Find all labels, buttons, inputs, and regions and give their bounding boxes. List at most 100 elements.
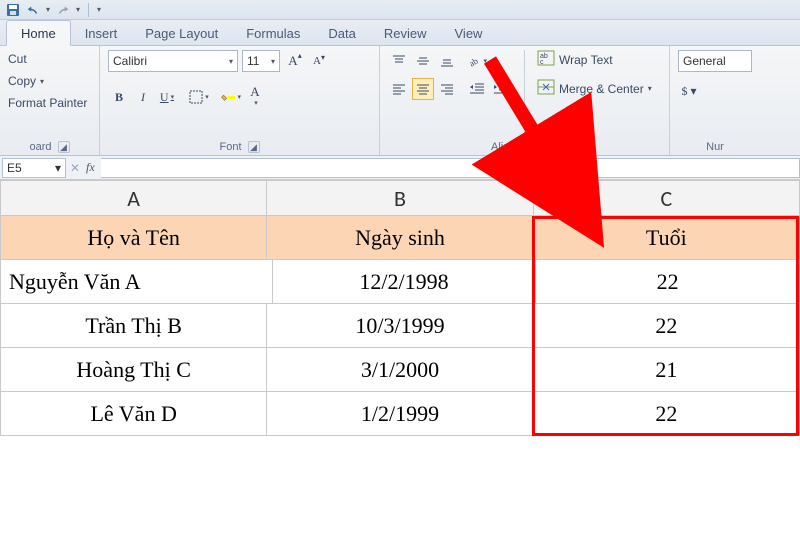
column-header-a[interactable]: A bbox=[0, 180, 267, 216]
align-right-icon[interactable] bbox=[436, 78, 458, 100]
cell-a3[interactable]: Trần Thị B bbox=[0, 304, 267, 348]
currency-symbol: $ bbox=[681, 84, 687, 99]
font-size-value: 11 bbox=[247, 54, 259, 68]
decrease-indent-icon[interactable] bbox=[466, 78, 488, 100]
italic-button[interactable]: I bbox=[132, 86, 154, 108]
group-font: Calibri ▾ 11 ▾ A▴ A▾ B I U bbox=[100, 46, 380, 155]
orientation-button[interactable]: ab bbox=[466, 50, 488, 72]
format-painter-label: Format Painter bbox=[8, 96, 87, 110]
group-number: General $ ▾ Nur bbox=[670, 46, 760, 155]
cell-c1[interactable]: Tuổi bbox=[534, 216, 800, 260]
table-row: Lê Văn D 1/2/1999 22 bbox=[0, 392, 800, 436]
font-name-combo[interactable]: Calibri ▾ bbox=[108, 50, 238, 72]
undo-icon[interactable] bbox=[26, 3, 40, 17]
merge-center-label: Merge & Center bbox=[559, 82, 644, 96]
group-label-number-text: Nur bbox=[706, 141, 724, 153]
increase-font-size-icon[interactable]: A▴ bbox=[284, 50, 306, 72]
tab-insert[interactable]: Insert bbox=[71, 21, 132, 45]
cell-c5[interactable]: 22 bbox=[534, 392, 800, 436]
font-color-button[interactable]: A bbox=[244, 86, 266, 108]
fill-color-button[interactable] bbox=[220, 86, 242, 108]
font-dialog-launcher-icon[interactable]: ◢ bbox=[248, 141, 260, 153]
group-label-clipboard: oard ◢ bbox=[8, 139, 91, 153]
cell-b5[interactable]: 1/2/1999 bbox=[267, 392, 533, 436]
group-label-alignment-text: Alignment bbox=[491, 141, 540, 153]
align-center-icon[interactable] bbox=[412, 78, 434, 100]
customize-qat-chevron-icon[interactable]: ▾ bbox=[97, 5, 101, 14]
column-header-c[interactable]: C bbox=[534, 180, 800, 216]
decrease-font-size-icon[interactable]: A▾ bbox=[308, 50, 330, 72]
cell-c4[interactable]: 21 bbox=[534, 348, 800, 392]
cut-button[interactable]: Cut bbox=[8, 50, 27, 68]
worksheet: A B C Họ và Tên Ngày sinh Tuổi Nguyễn Vă… bbox=[0, 180, 800, 436]
tab-view[interactable]: View bbox=[441, 21, 497, 45]
tab-page-layout[interactable]: Page Layout bbox=[131, 21, 232, 45]
font-name-chevron-icon: ▾ bbox=[229, 57, 233, 66]
wrap-text-label: Wrap Text bbox=[559, 53, 613, 67]
name-box-value: E5 bbox=[7, 161, 22, 175]
tab-review[interactable]: Review bbox=[370, 21, 441, 45]
cell-a2[interactable]: Nguyễn Văn A bbox=[0, 260, 273, 304]
font-size-combo[interactable]: 11 ▾ bbox=[242, 50, 280, 72]
fill-color-swatch bbox=[228, 96, 235, 99]
merge-center-chevron-icon: ▾ bbox=[648, 84, 652, 93]
accounting-format-button[interactable]: $ ▾ bbox=[678, 80, 700, 102]
copy-button[interactable]: Copy ▾ bbox=[8, 72, 44, 90]
copy-label: Copy bbox=[8, 74, 36, 88]
wrap-text-button[interactable]: abc Wrap Text bbox=[537, 50, 652, 69]
cell-a1[interactable]: Họ và Tên bbox=[0, 216, 267, 260]
redo-split-chevron-icon[interactable]: ▾ bbox=[76, 5, 80, 14]
table-row: Nguyễn Văn A 12/2/1998 22 bbox=[0, 260, 800, 304]
quick-access-toolbar: ▾ ▾ ▾ bbox=[0, 0, 800, 20]
merge-center-button[interactable]: Merge & Center ▾ bbox=[537, 79, 652, 98]
group-label-number: Nur bbox=[678, 139, 752, 153]
qat-separator bbox=[88, 3, 89, 17]
tab-home[interactable]: Home bbox=[6, 20, 71, 46]
font-name-value: Calibri bbox=[113, 54, 147, 68]
number-format-combo[interactable]: General bbox=[678, 50, 752, 72]
align-middle-icon[interactable] bbox=[412, 50, 434, 72]
redo-icon[interactable] bbox=[56, 3, 70, 17]
formula-bar: E5 ▾ ✕ fx bbox=[0, 156, 800, 180]
table-row: Hoàng Thị C 3/1/2000 21 bbox=[0, 348, 800, 392]
font-size-chevron-icon: ▾ bbox=[271, 57, 275, 66]
table-row: Trần Thị B 10/3/1999 22 bbox=[0, 304, 800, 348]
cell-b1[interactable]: Ngày sinh bbox=[267, 216, 533, 260]
borders-button[interactable] bbox=[188, 86, 210, 108]
group-clipboard: Cut Copy ▾ Format Painter oard ◢ bbox=[0, 46, 100, 155]
ribbon-tabs: Home Insert Page Layout Formulas Data Re… bbox=[0, 20, 800, 46]
group-label-font-text: Font bbox=[219, 141, 241, 153]
name-box[interactable]: E5 ▾ bbox=[2, 158, 66, 178]
increase-indent-icon[interactable] bbox=[490, 78, 512, 100]
cell-b3[interactable]: 10/3/1999 bbox=[267, 304, 533, 348]
name-box-chevron-icon: ▾ bbox=[55, 161, 61, 175]
group-label-alignment: Alignment ◢ bbox=[388, 139, 661, 153]
cell-a4[interactable]: Hoàng Thị C bbox=[0, 348, 267, 392]
number-format-value: General bbox=[683, 54, 726, 68]
fx-icon[interactable]: fx bbox=[84, 160, 101, 175]
tab-data[interactable]: Data bbox=[314, 21, 369, 45]
alignment-dialog-launcher-icon[interactable]: ◢ bbox=[546, 141, 558, 153]
cell-a5[interactable]: Lê Văn D bbox=[0, 392, 267, 436]
copy-chevron-icon: ▾ bbox=[40, 77, 44, 86]
cell-b2[interactable]: 12/2/1998 bbox=[273, 260, 537, 304]
align-bottom-icon[interactable] bbox=[436, 50, 458, 72]
cell-b4[interactable]: 3/1/2000 bbox=[267, 348, 533, 392]
cut-label: Cut bbox=[8, 52, 27, 66]
cancel-entry-icon[interactable]: ✕ bbox=[66, 161, 84, 175]
column-header-row: A B C bbox=[0, 180, 800, 216]
clipboard-dialog-launcher-icon[interactable]: ◢ bbox=[58, 141, 70, 153]
cell-c3[interactable]: 22 bbox=[534, 304, 800, 348]
bold-button[interactable]: B bbox=[108, 86, 130, 108]
save-icon[interactable] bbox=[6, 3, 20, 17]
underline-button[interactable]: U bbox=[156, 86, 178, 108]
column-header-b[interactable]: B bbox=[267, 180, 533, 216]
undo-split-chevron-icon[interactable]: ▾ bbox=[46, 5, 50, 14]
format-painter-button[interactable]: Format Painter bbox=[8, 94, 87, 112]
align-left-icon[interactable] bbox=[388, 78, 410, 100]
group-label-clipboard-text: oard bbox=[29, 141, 51, 153]
align-top-icon[interactable] bbox=[388, 50, 410, 72]
formula-input[interactable] bbox=[101, 158, 800, 178]
cell-c2[interactable]: 22 bbox=[536, 260, 800, 304]
tab-formulas[interactable]: Formulas bbox=[232, 21, 314, 45]
